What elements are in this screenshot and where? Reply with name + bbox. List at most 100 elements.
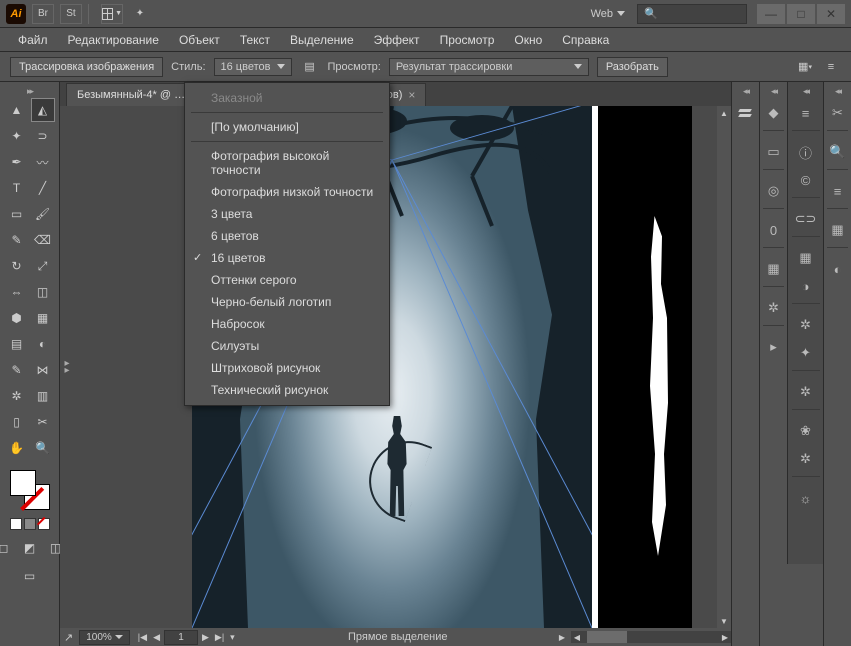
perspective-grid-tool[interactable]: ▦	[31, 306, 55, 330]
lasso-tool[interactable]: ⊃	[31, 124, 55, 148]
dropdown-item-6[interactable]: Оттенки серого	[185, 269, 389, 291]
type-tool[interactable]: T	[5, 176, 29, 200]
dropdown-item-11[interactable]: Технический рисунок	[185, 379, 389, 401]
fill-stroke-swatches[interactable]	[10, 470, 50, 510]
zoom-tool[interactable]: 🔍	[31, 436, 55, 460]
fill-swatch[interactable]	[10, 470, 36, 496]
magic-wand-tool[interactable]: ✦	[5, 124, 29, 148]
tools-handle[interactable]: ▸▸	[4, 86, 55, 96]
horizontal-scrollbar[interactable]: ◀▶	[571, 631, 731, 643]
gear2-icon[interactable]: ✲	[795, 381, 817, 403]
menu-help[interactable]: Справка	[552, 29, 619, 51]
search-input[interactable]: 🔍	[637, 4, 747, 24]
dropdown-item-2[interactable]: Фотография низкой точности	[185, 181, 389, 203]
menu-type[interactable]: Текст	[230, 29, 280, 51]
align-icon[interactable]: ≡	[827, 180, 849, 202]
style-select[interactable]: 16 цветов	[214, 58, 292, 76]
flower-icon[interactable]: ❀	[795, 420, 817, 442]
play-icon[interactable]: ▸	[763, 336, 785, 358]
bridge-icon[interactable]: Br	[32, 4, 54, 24]
direct-selection-tool[interactable]: ◭	[31, 98, 55, 122]
pen-tool[interactable]: ✒	[5, 150, 29, 174]
scroll-down-icon[interactable]: ▼	[717, 614, 731, 628]
dropdown-item-0[interactable]: [По умолчанию]	[185, 116, 389, 138]
shape-builder-tool[interactable]: ⬢	[5, 306, 29, 330]
gpu-icon[interactable]: ✦	[129, 4, 151, 24]
column-graph-tool[interactable]: ▥	[31, 384, 55, 408]
symbol-icon[interactable]: ✦	[795, 342, 817, 364]
sun-icon[interactable]: ☼	[795, 487, 817, 509]
image-trace-button[interactable]: Трассировка изображения	[10, 57, 163, 77]
none-mode-icon[interactable]	[38, 518, 50, 530]
dropdown-item-10[interactable]: Штриховой рисунок	[185, 357, 389, 379]
menu-window[interactable]: Окно	[504, 29, 552, 51]
eraser-tool[interactable]: ⌫	[31, 228, 55, 252]
transform-panel-icon[interactable]: ▦▾	[795, 57, 815, 77]
close-button[interactable]: ✕	[817, 4, 845, 24]
tab-close-icon[interactable]: ×	[408, 88, 415, 102]
spray-icon[interactable]: ✲	[795, 448, 817, 470]
curvature-tool[interactable]: 〰	[31, 150, 55, 174]
rotate-tool[interactable]: ↻	[5, 254, 29, 278]
gradient-tool[interactable]: ◐	[31, 332, 55, 356]
expand-button[interactable]: Разобрать	[597, 57, 668, 77]
panel-menu-icon[interactable]: ≡	[821, 57, 841, 77]
brush-icon[interactable]: ✲	[795, 314, 817, 336]
swatches-icon[interactable]: ▦	[795, 247, 817, 269]
stroke-icon[interactable]: ▭	[763, 141, 785, 163]
arrange-docs-icon[interactable]: ▼	[101, 4, 123, 24]
transparency-icon[interactable]: ▦	[763, 258, 785, 280]
symbol-sprayer-tool[interactable]: ✲	[5, 384, 29, 408]
screen-mode-icon[interactable]: ▭	[18, 564, 42, 588]
dropdown-item-3[interactable]: 3 цвета	[185, 203, 389, 225]
lines-icon[interactable]: ≡	[795, 102, 817, 124]
dropdown-item-1[interactable]: Фотография высокой точности	[185, 145, 389, 181]
export-icon[interactable]: ↗	[64, 631, 73, 644]
cc-icon[interactable]: ©	[795, 169, 817, 191]
gradient-mode-icon[interactable]	[24, 518, 36, 530]
zoom-select[interactable]: 100%	[79, 630, 130, 645]
transform-icon[interactable]: ◐	[827, 258, 849, 280]
mesh-tool[interactable]: ▤	[5, 332, 29, 356]
color-mode-icon[interactable]	[10, 518, 22, 530]
artboard-menu-icon[interactable]: ▾	[228, 632, 237, 643]
menu-edit[interactable]: Редактирование	[58, 29, 169, 51]
minimize-button[interactable]: —	[757, 4, 785, 24]
stock-icon[interactable]: St	[60, 4, 82, 24]
scroll-up-icon[interactable]: ▲	[717, 106, 731, 120]
view-select[interactable]: Результат трассировки	[389, 58, 589, 76]
menu-file[interactable]: Файл	[8, 29, 58, 51]
info-icon[interactable]: ⓘ	[795, 141, 817, 163]
layers-icon[interactable]	[735, 102, 757, 124]
trace-options-icon[interactable]: ▤	[300, 57, 320, 77]
appearance-icon[interactable]: ◎	[763, 180, 785, 202]
dropdown-item-7[interactable]: Черно-белый логотип	[185, 291, 389, 313]
layers-icon[interactable]: ◆	[763, 102, 785, 124]
menu-view[interactable]: Просмотр	[430, 29, 505, 51]
width-tool[interactable]: ⇔	[5, 280, 29, 304]
free-transform-tool[interactable]: ◫	[31, 280, 55, 304]
menu-effect[interactable]: Эффект	[364, 29, 430, 51]
dropdown-item-8[interactable]: Набросок	[185, 313, 389, 335]
type-panel-icon[interactable]: 0	[763, 219, 785, 241]
menu-object[interactable]: Объект	[169, 29, 230, 51]
slice-tool[interactable]: ✂	[31, 410, 55, 434]
dropdown-item-9[interactable]: Силуэты	[185, 335, 389, 357]
viewport[interactable]	[74, 106, 717, 628]
blend-tool[interactable]: ⋈	[31, 358, 55, 382]
color-icon[interactable]: ◑	[795, 275, 817, 297]
link-icon[interactable]: ⊂⊃	[795, 208, 817, 230]
artboard-number[interactable]: 1	[164, 630, 198, 645]
menu-select[interactable]: Выделение	[280, 29, 364, 51]
eyedropper-tool[interactable]: ✎	[5, 358, 29, 382]
paintbrush-tool[interactable]: 🖌	[31, 202, 55, 226]
scale-tool[interactable]: ⤢	[31, 254, 55, 278]
dropdown-item-5[interactable]: 16 цветов	[185, 247, 389, 269]
document-profile-select[interactable]: Web	[585, 6, 631, 22]
maximize-button[interactable]: □	[787, 4, 815, 24]
dropdown-item-4[interactable]: 6 цветов	[185, 225, 389, 247]
draw-normal-icon[interactable]: ◻	[0, 536, 16, 560]
vertical-scrollbar[interactable]: ▲ ▼	[717, 106, 731, 628]
line-tool[interactable]: ╱	[31, 176, 55, 200]
gear-icon[interactable]: ✲	[763, 297, 785, 319]
